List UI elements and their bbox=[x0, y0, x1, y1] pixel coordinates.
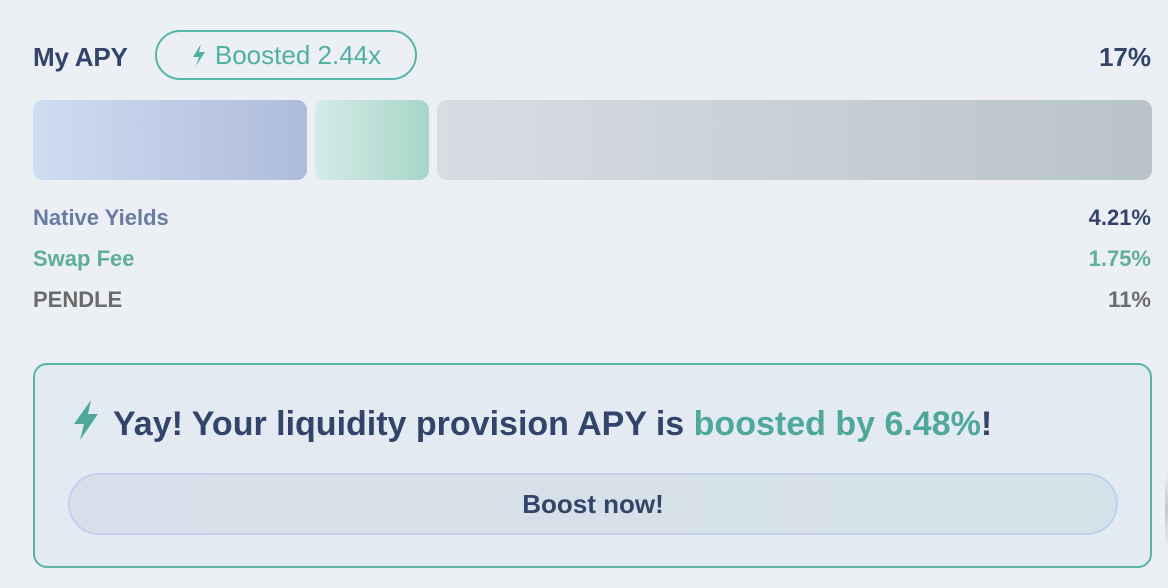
lightning-bolt-icon bbox=[71, 399, 101, 450]
legend-label: Native Yields bbox=[33, 205, 169, 230]
legend-value: 11% bbox=[1108, 287, 1151, 312]
legend-value: 1.75% bbox=[1088, 246, 1151, 271]
legend-row-pendle: PENDLE 11% bbox=[33, 285, 1151, 315]
boost-badge: Boosted 2.44x bbox=[155, 30, 417, 80]
apy-panel: My APY Boosted 2.44x 17% Native Yields 4… bbox=[0, 0, 1168, 588]
page-title: My APY bbox=[33, 42, 128, 72]
boost-notice-message: Yay! Your liquidity provision APY is boo… bbox=[71, 399, 992, 450]
notice-prefix: Yay! Your liquidity provision APY is bbox=[113, 405, 694, 443]
notice-text: Yay! Your liquidity provision APY is boo… bbox=[113, 405, 992, 444]
legend-row-native-yields: Native Yields 4.21% bbox=[33, 203, 1151, 233]
apy-header: My APY Boosted 2.44x 17% bbox=[33, 30, 1151, 84]
pendle-segment bbox=[437, 100, 1152, 180]
boost-now-button[interactable]: Boost now! bbox=[68, 473, 1118, 535]
boost-notice-card: Yay! Your liquidity provision APY is boo… bbox=[33, 363, 1152, 568]
notice-highlight: boosted by 6.48% bbox=[693, 405, 981, 443]
legend-label: PENDLE bbox=[33, 287, 123, 312]
swap-fee-segment bbox=[315, 100, 429, 180]
legend-label: Swap Fee bbox=[33, 246, 135, 271]
legend-value: 4.21% bbox=[1088, 205, 1151, 230]
total-apy-value: 17% bbox=[1098, 42, 1151, 72]
notice-suffix: ! bbox=[980, 405, 993, 443]
apy-breakdown-bar bbox=[33, 100, 1152, 180]
boost-badge-label: Boosted 2.44x bbox=[214, 39, 382, 70]
legend-row-swap-fee: Swap Fee 1.75% bbox=[33, 244, 1151, 274]
native-yields-segment bbox=[33, 100, 307, 180]
lightning-bolt-icon bbox=[191, 43, 207, 67]
